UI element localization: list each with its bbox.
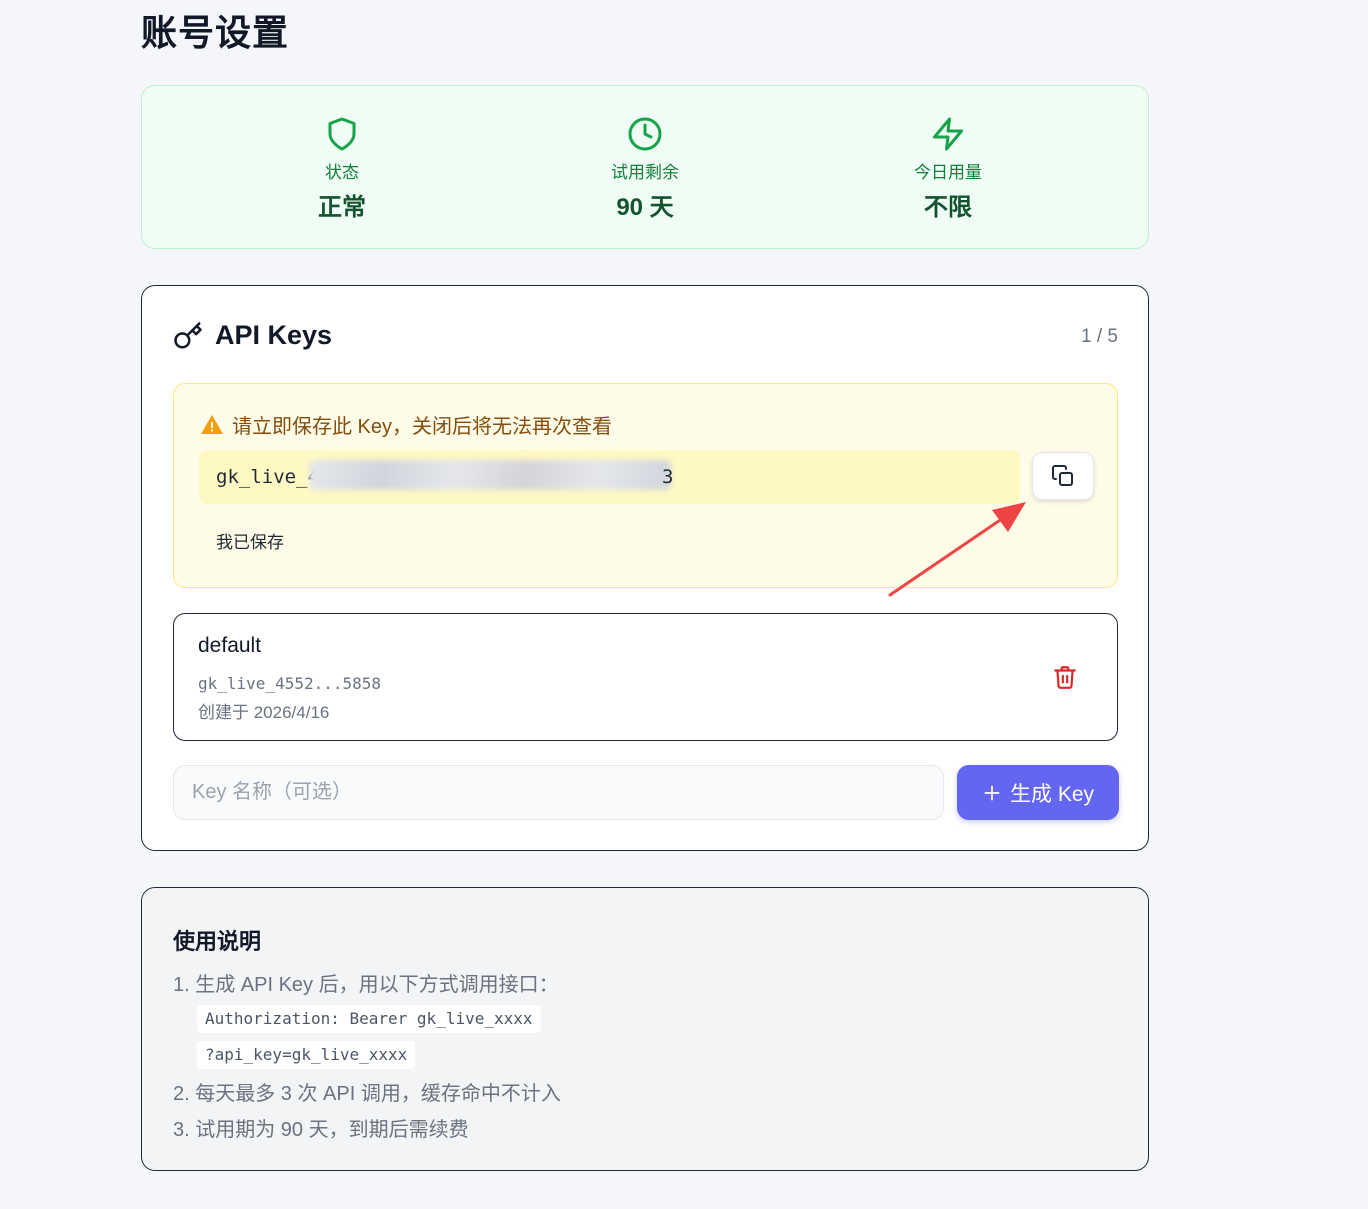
- code-example-header: Authorization: Bearer gk_live_xxxx: [197, 1005, 541, 1033]
- confirm-saved-button[interactable]: 我已保存: [216, 528, 284, 553]
- copy-key-button[interactable]: [1032, 452, 1094, 500]
- usage-step-2: 2. 每天最多 3 次 API 调用，缓存命中不计入: [173, 1083, 561, 1105]
- stat-status: 状态 正常: [282, 86, 402, 248]
- stat-label: 试用剩余: [611, 163, 679, 182]
- page-title: 账号设置: [141, 12, 290, 53]
- shield-icon: [328, 117, 356, 151]
- new-key-value-field[interactable]: gk_live_4 3: [199, 450, 1020, 504]
- stat-daily-usage: 今日用量 不限: [888, 86, 1008, 248]
- stat-label: 状态: [325, 163, 359, 182]
- api-key-item: default gk_live_4552...5858 创建于 2026/4/1…: [173, 613, 1118, 741]
- trash-icon[interactable]: [1052, 664, 1078, 690]
- usage-title: 使用说明: [173, 929, 262, 954]
- stat-trial-remaining: 试用剩余 90 天: [585, 86, 705, 248]
- usage-step-3: 3. 试用期为 90 天，到期后需续费: [173, 1119, 469, 1141]
- stat-value: 正常: [318, 194, 366, 221]
- stat-label: 今日用量: [914, 163, 982, 182]
- key-created-date: 创建于 2026/4/16: [198, 703, 330, 722]
- lightning-icon: [933, 117, 963, 151]
- stat-value: 90 天: [616, 194, 674, 221]
- plus-icon: [984, 785, 1000, 800]
- api-keys-header: API Keys: [173, 320, 332, 351]
- code-example-query: ?api_key=gk_live_xxxx: [197, 1041, 416, 1069]
- key-masked-value: gk_live_4552...5858: [198, 674, 382, 693]
- generate-key-label: 生成 Key: [1009, 782, 1095, 806]
- key-name: default: [198, 634, 262, 657]
- usage-instructions-card: 使用说明 1. 生成 API Key 后，用以下方式调用接口： Authoriz…: [141, 887, 1149, 1171]
- clock-icon: [628, 117, 662, 151]
- account-settings-page: 账号设置 状态 正常 试用剩余 90 天 今日用量 不限 API Keys 1 …: [0, 0, 1368, 1209]
- warning-icon: [201, 414, 223, 434]
- api-keys-card: API Keys 1 / 5 请立即保存此 Key，关闭后将无法再次查看 gk_…: [141, 285, 1149, 851]
- key-name-input[interactable]: [173, 765, 944, 820]
- new-key-warning-box: 请立即保存此 Key，关闭后将无法再次查看 gk_live_4 3 我已保存: [173, 383, 1118, 588]
- generate-key-button[interactable]: 生成 Key: [957, 765, 1119, 820]
- redaction-blur: [309, 460, 671, 490]
- copy-icon: [1052, 465, 1073, 486]
- api-keys-count: 1 / 5: [1081, 326, 1118, 347]
- stat-value: 不限: [924, 194, 972, 221]
- status-summary-card: 状态 正常 试用剩余 90 天 今日用量 不限: [141, 85, 1149, 249]
- usage-step-1: 1. 生成 API Key 后，用以下方式调用接口：: [173, 974, 559, 996]
- api-keys-title: API Keys: [215, 320, 333, 350]
- key-icon: [174, 321, 202, 348]
- new-key-value: gk_live_4: [216, 466, 319, 488]
- new-key-value-tail: 3: [662, 466, 674, 488]
- save-warning-text: 请立即保存此 Key，关闭后将无法再次查看: [232, 416, 613, 438]
- save-warning: 请立即保存此 Key，关闭后将无法再次查看: [200, 410, 612, 439]
